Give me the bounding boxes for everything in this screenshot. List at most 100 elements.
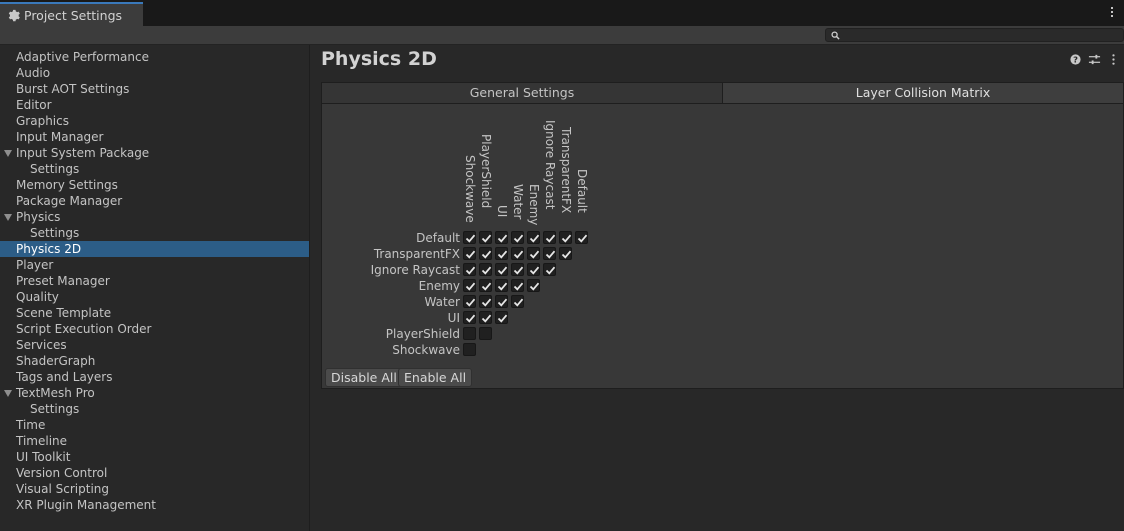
sidebar-item[interactable]: Physics [0, 209, 309, 225]
sidebar-item[interactable]: Time [0, 417, 309, 433]
collision-checkbox[interactable] [527, 263, 540, 276]
collision-checkbox[interactable] [463, 247, 476, 260]
collision-checkbox[interactable] [543, 263, 556, 276]
collision-checkbox[interactable] [511, 247, 524, 260]
expand-caret-icon[interactable] [4, 150, 12, 157]
sidebar-item[interactable]: Timeline [0, 433, 309, 449]
collision-checkbox[interactable] [463, 231, 476, 244]
collision-checkbox[interactable] [479, 327, 492, 340]
sidebar-item[interactable]: Tags and Layers [0, 369, 309, 385]
collision-checkbox[interactable] [511, 295, 524, 308]
collision-checkbox[interactable] [527, 231, 540, 244]
expand-caret-icon[interactable] [4, 214, 12, 221]
search-input[interactable] [825, 28, 1124, 42]
sidebar-item[interactable]: Settings [0, 161, 309, 177]
collision-checkbox[interactable] [479, 263, 492, 276]
search-bar-row [0, 26, 1124, 45]
sidebar-item[interactable]: Settings [0, 401, 309, 417]
sidebar-item[interactable]: UI Toolkit [0, 449, 309, 465]
tab-general-settings[interactable]: General Settings [322, 83, 722, 103]
kebab-menu-icon[interactable] [1107, 53, 1120, 66]
sidebar-item-label: Script Execution Order [16, 322, 152, 336]
sidebar-item[interactable]: Package Manager [0, 193, 309, 209]
collision-checkbox[interactable] [527, 247, 540, 260]
collision-checkbox[interactable] [527, 279, 540, 292]
collision-checkbox[interactable] [495, 311, 508, 324]
sidebar-item[interactable]: Preset Manager [0, 273, 309, 289]
enable-all-button[interactable]: Enable All [398, 368, 473, 387]
sidebar-item-label: Scene Template [16, 306, 112, 320]
checkmark-icon [497, 298, 508, 307]
header-icons: ? [1069, 53, 1120, 66]
sidebar-item-label: Visual Scripting [16, 482, 109, 496]
collision-checkbox[interactable] [511, 263, 524, 276]
checkmark-icon [497, 250, 508, 259]
expand-caret-icon[interactable] [4, 390, 12, 397]
sidebar-item[interactable]: Script Execution Order [0, 321, 309, 337]
collision-checkbox[interactable] [495, 279, 508, 292]
collision-checkbox[interactable] [463, 295, 476, 308]
sidebar-item[interactable]: Editor [0, 97, 309, 113]
title-bar: Project Settings [0, 0, 1124, 26]
collision-checkbox[interactable] [463, 311, 476, 324]
sidebar-item[interactable]: Graphics [0, 113, 309, 129]
sidebar-item[interactable]: Burst AOT Settings [0, 81, 309, 97]
collision-checkbox[interactable] [511, 279, 524, 292]
sidebar-item-label: Memory Settings [16, 178, 118, 192]
sidebar-item-label: UI Toolkit [16, 450, 71, 464]
collision-checkbox[interactable] [575, 231, 588, 244]
checkmark-icon [513, 250, 524, 259]
help-icon[interactable]: ? [1069, 53, 1082, 66]
sidebar-item[interactable]: ShaderGraph [0, 353, 309, 369]
collision-checkbox[interactable] [479, 295, 492, 308]
sidebar-item[interactable]: Input System Package [0, 145, 309, 161]
collision-checkbox[interactable] [479, 279, 492, 292]
collision-checkbox[interactable] [559, 247, 572, 260]
preset-sliders-icon[interactable] [1088, 53, 1101, 66]
sidebar-item[interactable]: Visual Scripting [0, 481, 309, 497]
matrix-row-label: Default [416, 231, 460, 245]
sidebar-item[interactable]: Physics 2D [0, 241, 309, 257]
collision-checkbox[interactable] [559, 231, 572, 244]
collision-checkbox[interactable] [463, 327, 476, 340]
matrix-row-label: Shockwave [392, 343, 460, 357]
matrix-row-label: TransparentFX [373, 247, 460, 261]
collision-checkbox[interactable] [463, 343, 476, 356]
collision-checkbox[interactable] [543, 247, 556, 260]
checkmark-icon [561, 234, 572, 243]
sidebar-item[interactable]: Input Manager [0, 129, 309, 145]
sidebar-item[interactable]: Audio [0, 65, 309, 81]
collision-checkbox[interactable] [495, 247, 508, 260]
sidebar-item[interactable]: Player [0, 257, 309, 273]
collision-checkbox[interactable] [479, 247, 492, 260]
sidebar-item[interactable]: Quality [0, 289, 309, 305]
checkmark-icon [481, 266, 492, 275]
collision-checkbox[interactable] [511, 231, 524, 244]
sidebar-item[interactable]: Services [0, 337, 309, 353]
collision-checkbox[interactable] [479, 231, 492, 244]
collision-checkbox[interactable] [463, 279, 476, 292]
sidebar-item[interactable]: XR Plugin Management [0, 497, 309, 513]
sidebar-item-label: Tags and Layers [16, 370, 113, 384]
sidebar-item[interactable]: TextMesh Pro [0, 385, 309, 401]
checkmark-icon [465, 298, 476, 307]
project-settings-tab[interactable]: Project Settings [0, 2, 143, 26]
sidebar-item[interactable]: Memory Settings [0, 177, 309, 193]
collision-checkbox[interactable] [495, 231, 508, 244]
sidebar-item[interactable]: Version Control [0, 465, 309, 481]
collision-checkbox[interactable] [495, 263, 508, 276]
collision-checkbox[interactable] [543, 231, 556, 244]
collision-checkbox[interactable] [479, 311, 492, 324]
sidebar-item[interactable]: Settings [0, 225, 309, 241]
disable-all-button[interactable]: Disable All [325, 368, 403, 387]
sidebar-item[interactable]: Adaptive Performance [0, 49, 309, 65]
sidebar-item[interactable]: Scene Template [0, 305, 309, 321]
checkmark-icon [529, 250, 540, 259]
tab-layer-collision-matrix[interactable]: Layer Collision Matrix [722, 83, 1123, 103]
checkmark-icon [513, 298, 524, 307]
sidebar-item-label: Settings [30, 402, 80, 416]
more-options-icon[interactable] [1108, 5, 1116, 21]
collision-checkbox[interactable] [495, 295, 508, 308]
checkmark-icon [481, 234, 492, 243]
collision-checkbox[interactable] [463, 263, 476, 276]
